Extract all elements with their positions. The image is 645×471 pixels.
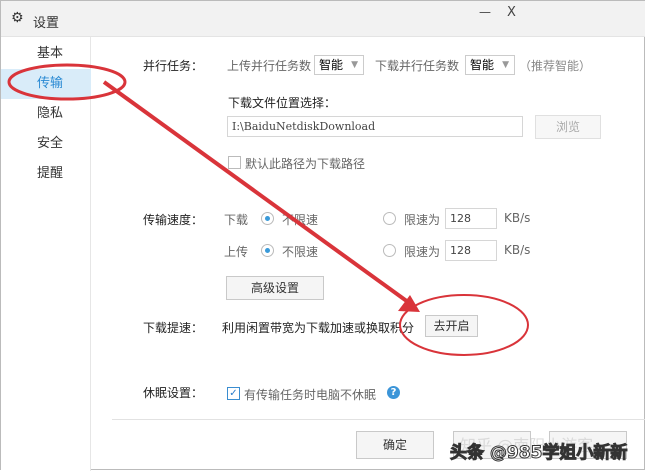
annotation-overlay xyxy=(7,63,529,356)
annotation-circle-transfer xyxy=(7,63,127,101)
watermark-toutiao: 头条 @985学姐小新新 xyxy=(449,443,628,464)
annotation-arrow-line xyxy=(102,80,410,304)
annotation-circle-boost xyxy=(399,294,529,356)
